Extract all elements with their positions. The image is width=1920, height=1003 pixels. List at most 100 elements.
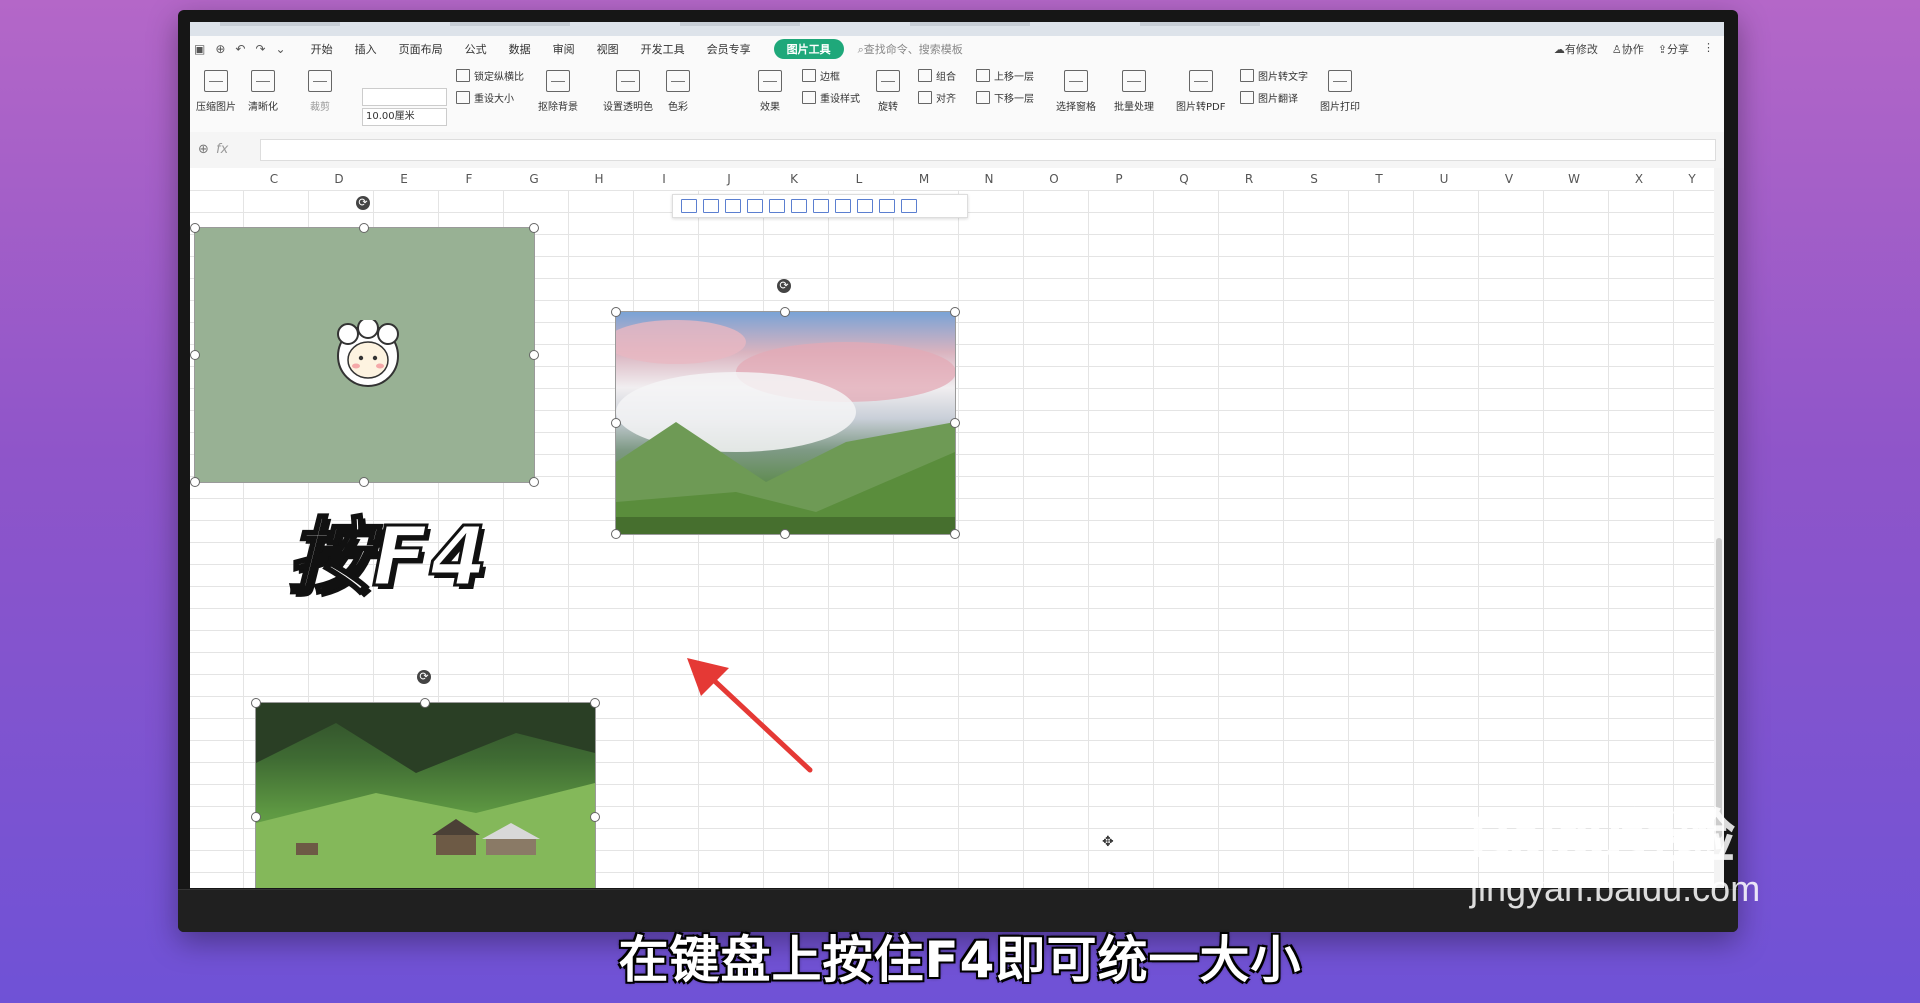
align-right-icon[interactable] bbox=[725, 199, 741, 213]
resize-handle[interactable] bbox=[190, 223, 200, 233]
col-header[interactable]: E bbox=[372, 172, 436, 186]
resize-handle[interactable] bbox=[529, 477, 539, 487]
preview-icon[interactable]: ⊕ bbox=[215, 42, 225, 56]
compress-button[interactable]: 压缩图片 bbox=[196, 70, 236, 113]
picture-mountains[interactable] bbox=[615, 311, 956, 535]
tab-member[interactable]: 会员专享 bbox=[696, 41, 762, 57]
send-backward-button[interactable]: 下移一层 bbox=[976, 90, 1034, 105]
dropdown-icon[interactable]: ⌄ bbox=[276, 42, 286, 56]
rotate-handle-icon[interactable]: ⟳ bbox=[356, 196, 370, 210]
resize-handle[interactable] bbox=[251, 812, 261, 822]
bring-forward-button[interactable]: 上移一层 bbox=[976, 68, 1034, 83]
tab-formula[interactable]: 公式 bbox=[454, 41, 498, 57]
tab-insert[interactable]: 插入 bbox=[344, 41, 388, 57]
reset-size-button[interactable]: 重设大小 bbox=[456, 90, 514, 105]
resize-handle[interactable] bbox=[420, 698, 430, 708]
redo-icon[interactable]: ↷ bbox=[255, 42, 265, 56]
picture-valley[interactable] bbox=[255, 702, 596, 888]
col-header[interactable]: O bbox=[1022, 172, 1086, 186]
border-button[interactable]: 边框 bbox=[802, 68, 840, 83]
command-search[interactable]: ⌕查找命令、搜索模板 bbox=[858, 41, 963, 57]
resize-handle[interactable] bbox=[950, 307, 960, 317]
reset-style-button[interactable]: 重设样式 bbox=[802, 90, 860, 105]
modified-button[interactable]: ☁有修改 bbox=[1554, 41, 1598, 57]
resize-handle[interactable] bbox=[780, 529, 790, 539]
distribute-h-icon[interactable] bbox=[813, 199, 829, 213]
rotate-handle-icon[interactable]: ⟳ bbox=[417, 670, 431, 684]
batch-process-button[interactable]: 批量处理 bbox=[1114, 70, 1154, 113]
col-header[interactable]: J bbox=[697, 172, 761, 186]
align-top-icon[interactable] bbox=[747, 199, 763, 213]
resize-handle[interactable] bbox=[190, 477, 200, 487]
col-header[interactable]: G bbox=[502, 172, 566, 186]
tab-developer[interactable]: 开发工具 bbox=[630, 41, 696, 57]
col-header[interactable]: M bbox=[892, 172, 956, 186]
undo-icon[interactable]: ↶ bbox=[235, 42, 245, 56]
col-header[interactable]: H bbox=[567, 172, 631, 186]
set-transparent-button[interactable]: 设置透明色 bbox=[603, 70, 653, 113]
tab-review[interactable]: 审阅 bbox=[542, 41, 586, 57]
col-header[interactable]: R bbox=[1217, 172, 1281, 186]
collaborate-button[interactable]: ♙协作 bbox=[1612, 41, 1644, 57]
resize-handle[interactable] bbox=[529, 350, 539, 360]
picture-sheep[interactable] bbox=[194, 227, 535, 483]
resize-handle[interactable] bbox=[190, 350, 200, 360]
to-text-button[interactable]: 图片转文字 bbox=[1240, 68, 1308, 83]
tab-start[interactable]: 开始 bbox=[300, 41, 344, 57]
align-bottom-icon[interactable] bbox=[791, 199, 807, 213]
col-header[interactable]: D bbox=[307, 172, 371, 186]
tab-view[interactable]: 视图 bbox=[586, 41, 630, 57]
align-left-icon[interactable] bbox=[681, 199, 697, 213]
align-center-icon[interactable] bbox=[703, 199, 719, 213]
resize-handle[interactable] bbox=[590, 698, 600, 708]
height-input[interactable] bbox=[362, 88, 447, 106]
tab-page-layout[interactable]: 页面布局 bbox=[388, 41, 454, 57]
resize-handle[interactable] bbox=[611, 307, 621, 317]
resize-handle[interactable] bbox=[950, 418, 960, 428]
formula-input[interactable] bbox=[260, 139, 1716, 161]
col-header[interactable]: T bbox=[1347, 172, 1411, 186]
lock-ratio-checkbox[interactable]: 锁定纵横比 bbox=[456, 68, 524, 83]
resize-handle[interactable] bbox=[950, 529, 960, 539]
width-input[interactable]: 10.00厘米 bbox=[362, 108, 447, 126]
print-picture-button[interactable]: 图片打印 bbox=[1320, 70, 1360, 113]
col-header[interactable]: Q bbox=[1152, 172, 1216, 186]
vertical-scrollbar[interactable] bbox=[1714, 168, 1724, 888]
crop-button[interactable]: 裁剪 bbox=[308, 70, 332, 113]
col-header[interactable]: V bbox=[1477, 172, 1541, 186]
save-icon[interactable]: ▣ bbox=[194, 42, 205, 56]
resize-handle[interactable] bbox=[590, 812, 600, 822]
col-header[interactable]: W bbox=[1542, 172, 1606, 186]
col-header[interactable]: P bbox=[1087, 172, 1151, 186]
distribute-icon[interactable] bbox=[857, 199, 873, 213]
resize-handle[interactable] bbox=[611, 529, 621, 539]
rotate-button[interactable]: 旋转 bbox=[876, 70, 900, 113]
col-header[interactable]: I bbox=[632, 172, 696, 186]
group-button[interactable]: 组合 bbox=[918, 68, 956, 83]
resize-handle[interactable] bbox=[251, 698, 261, 708]
clarity-button[interactable]: 清晰化 bbox=[248, 70, 278, 113]
resize-handle[interactable] bbox=[611, 418, 621, 428]
distribute-v-icon[interactable] bbox=[835, 199, 851, 213]
col-header[interactable]: S bbox=[1282, 172, 1346, 186]
resize-handle[interactable] bbox=[780, 307, 790, 317]
to-pdf-button[interactable]: 图片转PDF bbox=[1176, 70, 1225, 113]
col-header[interactable]: N bbox=[957, 172, 1021, 186]
resize-handle[interactable] bbox=[359, 223, 369, 233]
col-header[interactable]: K bbox=[762, 172, 826, 186]
align-button[interactable]: 对齐 bbox=[918, 90, 956, 105]
align-middle-icon[interactable] bbox=[769, 199, 785, 213]
col-header[interactable]: F bbox=[437, 172, 501, 186]
col-header[interactable]: U bbox=[1412, 172, 1476, 186]
rotate-handle-icon[interactable]: ⟳ bbox=[777, 279, 791, 293]
remove-background-button[interactable]: 抠除背景 bbox=[538, 70, 578, 113]
resize-handle[interactable] bbox=[359, 477, 369, 487]
translate-button[interactable]: 图片翻译 bbox=[1240, 90, 1298, 105]
group-objects-icon[interactable] bbox=[879, 199, 895, 213]
share-button[interactable]: ⇪分享 bbox=[1658, 41, 1689, 57]
zoom-icon[interactable]: ⊕ bbox=[198, 142, 209, 157]
col-header[interactable]: C bbox=[242, 172, 306, 186]
more-icon[interactable]: ⋮ bbox=[1703, 41, 1714, 57]
resize-handle[interactable] bbox=[529, 223, 539, 233]
col-header[interactable]: L bbox=[827, 172, 891, 186]
